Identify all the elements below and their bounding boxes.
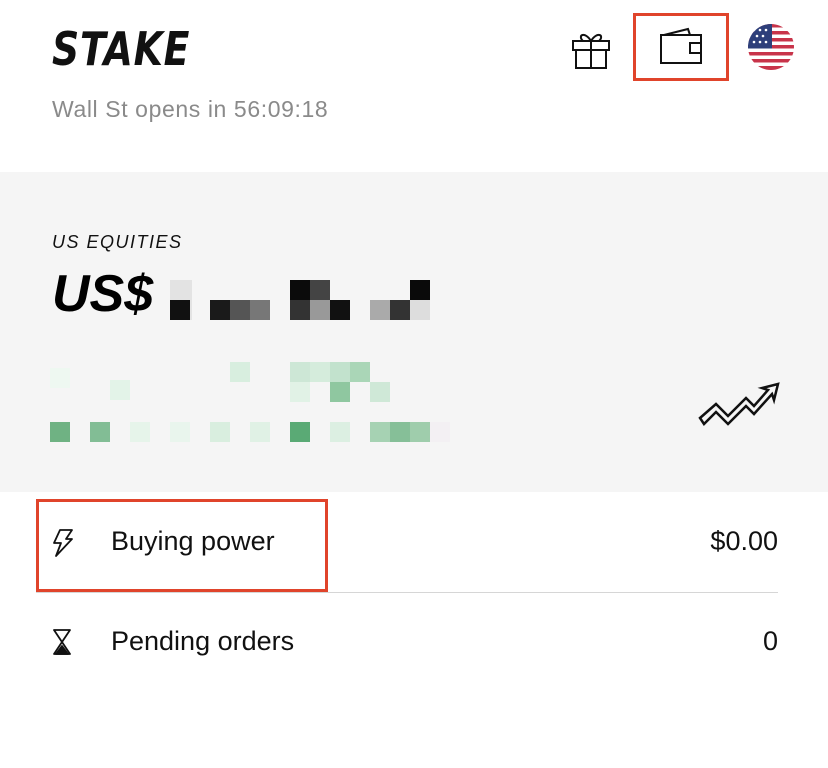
divider [36, 592, 778, 593]
us-flag-icon [748, 24, 794, 70]
buying-power-value: $0.00 [710, 526, 778, 556]
stake-logo: STAKE [52, 22, 191, 76]
buying-power-highlight [36, 499, 328, 592]
gift-button[interactable] [566, 24, 616, 74]
trend-up-icon[interactable] [698, 382, 780, 430]
gift-icon [572, 34, 610, 69]
pending-orders-row[interactable]: Pending orders 0 [0, 600, 828, 690]
pending-orders-label: Pending orders [111, 626, 295, 656]
wallet-button[interactable] [633, 13, 729, 81]
hourglass-icon [53, 629, 71, 655]
market-status-text: Wall St opens in 56:09:18 [52, 96, 329, 122]
pending-orders-value: 0 [762, 626, 778, 656]
section-label: US EQUITIES [52, 232, 183, 252]
region-button[interactable] [748, 24, 794, 70]
balance-prefix: US$ [52, 265, 154, 323]
wallet-icon [660, 27, 702, 64]
portfolio-card[interactable]: US EQUITIES US$ [0, 172, 828, 492]
